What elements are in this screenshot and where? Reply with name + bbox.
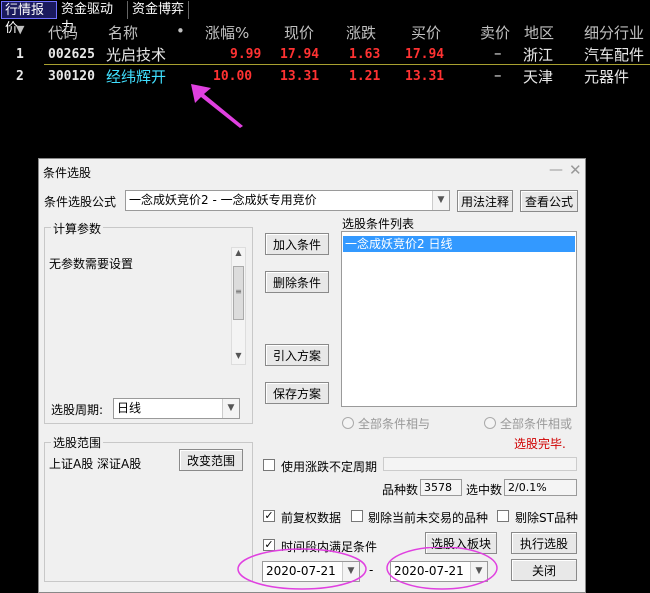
tab-quotes[interactable]: 行情报价 (1, 1, 57, 36)
row-index: 1 (16, 47, 24, 62)
col-bid[interactable]: 买价 (411, 22, 441, 43)
row-region: 天津 (523, 68, 554, 86)
range-label: 选股范围 (51, 434, 104, 451)
formula-value: 一念成妖竞价2 - 一念成妖专用竞价 (129, 193, 317, 207)
forward-adjust-label: 前复权数据 (281, 511, 342, 525)
col-name[interactable]: 名称 (108, 22, 138, 43)
count-value: 3578 (420, 479, 462, 496)
period-value: 日线 (117, 401, 142, 415)
col-industry[interactable]: 细分行业 (584, 22, 644, 43)
scroll-up-icon[interactable]: ▲ (232, 248, 245, 260)
chevron-down-icon[interactable]: ▼ (222, 399, 239, 418)
condition-select-dialog: 条件选股 — ✕ 条件选股公式 一念成妖竞价2 - 一念成妖专用竞价 ▼ 用法注… (38, 158, 586, 593)
forward-adjust-checkbox[interactable]: ✓ (263, 510, 275, 522)
radio-and[interactable] (342, 417, 354, 429)
annotation-circles (237, 547, 498, 590)
row-ask: – (494, 66, 502, 84)
scroll-down-icon[interactable]: ▼ (232, 351, 245, 363)
formula-label: 条件选股公式 (44, 195, 117, 209)
col-pct[interactable]: 涨幅% (205, 22, 249, 43)
row-code: 002625 (48, 47, 95, 62)
dialog-titlebar: 条件选股 — ✕ (39, 159, 585, 183)
period-label: 选股周期: (51, 403, 104, 417)
selected-label: 选中数 (466, 483, 503, 497)
col-region[interactable]: 地区 (524, 22, 554, 43)
calc-params-label: 计算参数 (51, 220, 104, 237)
table-header: ▼ 代码 名称 • 涨幅% 现价 涨跌 买价 卖价 地区 细分行业 (0, 22, 650, 44)
exclude-st-label: 剔除ST品种 (515, 511, 578, 525)
radio-and-label: 全部条件相与 (358, 417, 431, 431)
table-row[interactable]: 1 002625 光启技术 9.99 17.94 1.63 17.94 – 浙江… (0, 44, 650, 66)
exclude-untraded-checkbox[interactable] (351, 510, 363, 522)
table-row[interactable]: 2 300120 经纬辉开 10.00 13.31 1.21 13.31 – 天… (0, 66, 650, 88)
col-price[interactable]: 现价 (284, 22, 314, 43)
uncertain-period-checkbox[interactable] (263, 459, 275, 471)
dialog-title: 条件选股 (43, 166, 92, 180)
radio-or[interactable] (484, 417, 496, 429)
progress-bar (383, 457, 577, 471)
col-code[interactable]: 代码 (48, 22, 78, 43)
row-industry: 汽车配件 (584, 46, 645, 64)
exclude-untraded-label: 剔除当前未交易的品种 (368, 511, 489, 525)
sort-arrow-icon[interactable]: ▼ (16, 23, 24, 36)
uncertain-period-label: 使用涨跌不定周期 (281, 460, 378, 474)
view-formula-button[interactable]: 查看公式 (520, 190, 578, 212)
annotation-arrow-icon (191, 84, 243, 128)
no-params-text: 无参数需要设置 (49, 257, 134, 271)
exclude-st-checkbox[interactable] (497, 510, 509, 522)
tab-fund-drive[interactable]: 资金驱动力 (58, 1, 128, 35)
row-code: 300120 (48, 69, 95, 84)
scroll-thumb[interactable]: ≡ (233, 266, 244, 320)
row-change: 1.63 (349, 47, 381, 62)
add-condition-button[interactable]: 加入条件 (265, 233, 329, 255)
row-price: 17.94 (280, 47, 320, 62)
col-ask[interactable]: 卖价 (480, 22, 510, 43)
tab-fund-game[interactable]: 资金博弈 (129, 1, 189, 19)
row-name: 光启技术 (106, 46, 167, 64)
condition-list[interactable]: 一念成妖竞价2 日线 (341, 231, 577, 407)
list-item[interactable]: 一念成妖竞价2 日线 (343, 236, 575, 252)
status-text: 选股完毕. (514, 437, 566, 451)
close-icon[interactable]: ✕ (569, 161, 582, 179)
range-value: 上证A股 深证A股 (49, 457, 142, 471)
row-change: 1.21 (349, 69, 381, 84)
row-bid: 13.31 (405, 69, 445, 84)
col-dot: • (176, 22, 185, 40)
chevron-down-icon[interactable]: ▼ (432, 191, 449, 210)
row-pct: 9.99 (230, 47, 262, 62)
row-divider (44, 64, 650, 65)
import-plan-button[interactable]: 引入方案 (265, 344, 329, 366)
row-index: 2 (16, 69, 24, 84)
change-range-button[interactable]: 改变范围 (179, 449, 243, 471)
row-ask: – (494, 44, 502, 62)
row-region: 浙江 (523, 46, 554, 64)
minimize-icon[interactable]: — (549, 162, 563, 178)
col-change[interactable]: 涨跌 (346, 22, 376, 43)
delete-condition-button[interactable]: 删除条件 (265, 271, 329, 293)
usage-notes-button[interactable]: 用法注释 (457, 190, 513, 212)
row-name: 经纬辉开 (106, 68, 167, 86)
row-bid: 17.94 (405, 47, 445, 62)
save-plan-button[interactable]: 保存方案 (265, 382, 329, 404)
row-industry: 元器件 (584, 68, 630, 86)
row-price: 13.31 (280, 69, 320, 84)
count-label: 品种数 (382, 483, 419, 497)
radio-or-label: 全部条件相或 (500, 417, 573, 431)
selected-value: 2/0.1% (504, 479, 577, 496)
condition-list-label: 选股条件列表 (342, 217, 415, 231)
period-select[interactable]: 日线 ▼ (113, 398, 240, 419)
params-scrollbar[interactable]: ▲ ≡ ▼ (231, 247, 246, 365)
tab-bar: 行情报价 资金驱动力 资金博弈 (0, 0, 650, 36)
formula-select[interactable]: 一念成妖竞价2 - 一念成妖专用竞价 ▼ (125, 190, 450, 211)
